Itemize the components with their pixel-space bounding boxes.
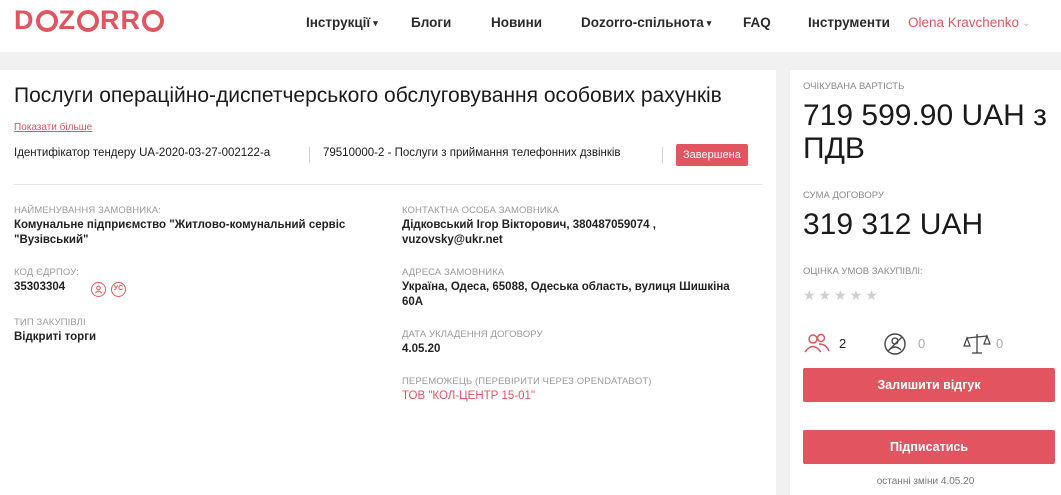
nav-item-news[interactable]: Новини: [491, 15, 542, 30]
contact-person-field: КОНТАКТНА ОСОБА ЗАМОВНИКА Дідковський Іг…: [402, 205, 752, 248]
rating-stars[interactable]: ★★★★★: [803, 287, 881, 304]
status-badge: Завершена: [676, 144, 748, 166]
rating-label: ОЦІНКА УМОВ ЗАКУПІВЛІ:: [803, 266, 923, 277]
dozorro-logo[interactable]: D Z RR: [14, 5, 165, 36]
winner-field: ПЕРЕМОЖЕЦЬ (ПЕРЕВІРИТИ ЧЕРЕЗ OPENDATABOT…: [402, 376, 752, 404]
procurement-type-field: ТИП ЗАКУПІВЛІ Відкриті торги: [14, 317, 374, 345]
divider: [662, 147, 663, 163]
logo-ring-icon: [142, 10, 164, 32]
chevron-down-icon: ▾: [373, 18, 378, 28]
disputes-count: 0: [996, 336, 1004, 351]
subscribe-button[interactable]: Підписатись: [803, 430, 1055, 464]
user-check-icon[interactable]: [91, 282, 106, 297]
field-label: КОД ЄДРПОУ:: [14, 267, 79, 278]
tender-identifier: Ідентифікатор тендеру UA-2020-03-27-0021…: [14, 147, 271, 159]
scales-icon: [963, 332, 991, 359]
contact-person: Дідковський Ігор Вікторович, 38048705907…: [402, 219, 656, 246]
tender-card: Послуги операційно-диспетчерського обслу…: [0, 70, 776, 495]
participants-count: 2: [839, 336, 847, 351]
participants-stat[interactable]: 2: [803, 332, 863, 356]
customer-address-field: АДРЕСА ЗАМОВНИКА Україна, Одеса, 65088, …: [402, 267, 752, 310]
page-title: Послуги операційно-диспетчерського обслу…: [14, 84, 722, 107]
logo-ring-icon: [35, 10, 58, 32]
expected-value-label: ОЧІКУВАНА ВАРТІСТЬ: [803, 81, 905, 92]
complaints-count: 0: [918, 336, 926, 351]
last-change-timestamp: останні зміни 4.05.20: [876, 476, 975, 487]
user-menu[interactable]: Olena Kravchenko ⌄: [908, 15, 1030, 30]
contract-sum: 319 312 UAH: [803, 208, 984, 241]
nav-item-blogs[interactable]: Блоги: [411, 15, 451, 30]
customer-address: Україна, Одеса, 65088, Одеська область, …: [402, 281, 730, 308]
edrpou-field: КОД ЄДРПОУ: 35303304: [14, 267, 374, 295]
price-sidebar: ОЧІКУВАНА ВАРТІСТЬ 719 599.90 UAH з ПДВ …: [790, 70, 1061, 495]
expected-value: 719 599.90 UAH з ПДВ: [803, 99, 1047, 165]
contract-sum-label: СУМА ДОГОВОРУ: [803, 190, 884, 201]
field-label: ПЕРЕМОЖЕЦЬ (ПЕРЕВІРИТИ ЧЕРЕЗ OPENDATABOT…: [402, 376, 652, 387]
nav-item-faq[interactable]: FAQ: [743, 15, 771, 30]
field-label: АДРЕСА ЗАМОВНИКА: [402, 267, 505, 278]
users-icon: [803, 332, 831, 357]
divider: [14, 184, 762, 185]
contract-date-field: ДАТА УКЛАДЕННЯ ДОГОВОРУ 4.05.20: [402, 329, 752, 357]
no-complaints-icon: [883, 332, 907, 359]
procurement-type: Відкриті торги: [14, 331, 97, 343]
complaints-stat[interactable]: 0: [883, 332, 943, 356]
edrpou-code: 35303304: [14, 281, 66, 293]
nav-item-tools[interactable]: Інструменти: [808, 15, 890, 30]
field-label: ДАТА УКЛАДЕННЯ ДОГОВОРУ: [402, 329, 543, 340]
divider: [309, 147, 310, 163]
logo-ring-icon: [77, 10, 99, 32]
field-label: КОНТАКТНА ОСОБА ЗАМОВНИКА: [402, 205, 559, 216]
top-navigation-bar: D Z RR Інструкції ▾ Блоги Новини Dozorro-сп…: [0, 0, 1061, 52]
verification-icon[interactable]: УС: [111, 282, 126, 297]
cpv-code: 79510000-2 - Послуги з приймання телефон…: [323, 147, 621, 159]
nav-item-community[interactable]: Dozorro-спільнота ▾: [581, 15, 711, 30]
leave-feedback-button[interactable]: Залишити відгук: [803, 368, 1055, 402]
customer-name-field: НАЙМЕНУВАННЯ ЗАМОВНИКА: Комунальне підпр…: [14, 205, 374, 248]
winner-link[interactable]: ТОВ "КОЛ-ЦЕНТР 15-01": [402, 389, 752, 404]
field-label: НАЙМЕНУВАННЯ ЗАМОВНИКА:: [14, 205, 161, 216]
nav-item-instructions[interactable]: Інструкції ▾: [306, 15, 378, 30]
customer-name: Комунальне підприємство "Житлово-комунал…: [14, 219, 346, 246]
chevron-down-icon: ⌄: [1022, 18, 1031, 29]
field-label: ТИП ЗАКУПІВЛІ: [14, 317, 86, 328]
show-more-link[interactable]: Показати більше: [14, 122, 92, 133]
chevron-down-icon: ▾: [706, 18, 712, 28]
disputes-stat[interactable]: 0: [963, 332, 1023, 356]
contract-date: 4.05.20: [402, 343, 441, 355]
